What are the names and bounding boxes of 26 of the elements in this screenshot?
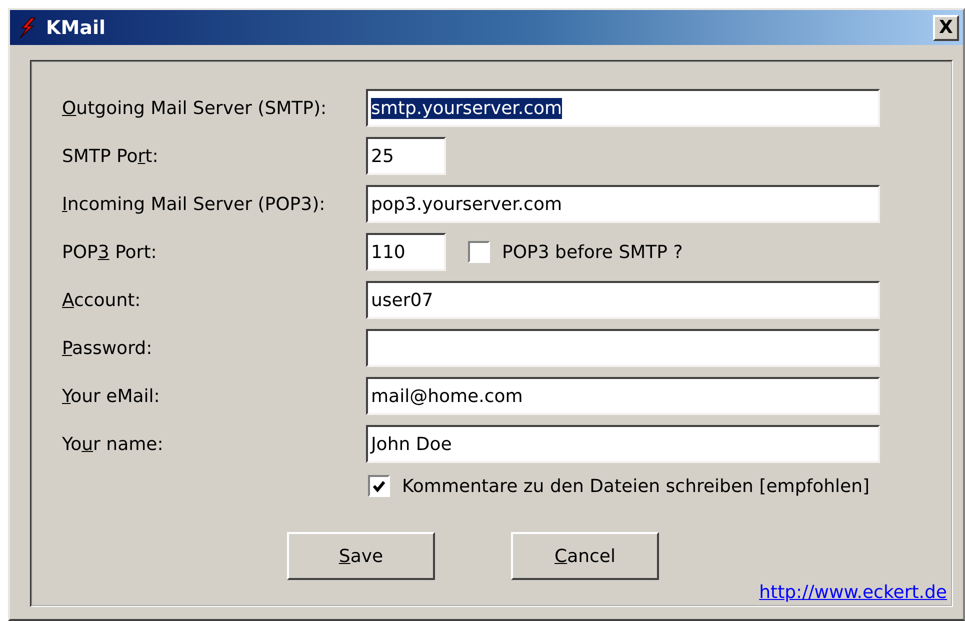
checkbox[interactable] [468,241,490,263]
field-label: SMTP Port: [62,146,160,166]
field-label: Incoming Mail Server (POP3): [62,194,326,214]
field-label: Password: [62,338,154,358]
close-button[interactable]: X [933,14,959,40]
input-field[interactable]: John Doe [366,425,880,463]
cancel-button[interactable]: Cancel [511,532,659,580]
field-label: Outgoing Mail Server (SMTP): [62,98,328,118]
checkbox-label: POP3 before SMTP ? [502,242,683,262]
save-button[interactable]: Save [287,532,435,580]
field-label: POP3 Port: [62,242,158,262]
window-title: KMail [46,16,106,38]
input-field[interactable]: user07 [366,281,880,319]
field-label: Your name: [62,434,164,454]
checkbox[interactable] [368,475,390,497]
check-icon [372,479,386,493]
website-link[interactable]: http://www.eckert.de [759,582,947,603]
input-field[interactable]: 25 [366,137,446,175]
input-field[interactable]: mail@home.com [366,377,880,415]
field-label: Your eMail: [62,386,161,406]
field-label: Account: [62,290,142,310]
input-field[interactable]: smtp.yourserver.com [366,89,880,127]
checkbox-label: Kommentare zu den Dateien schreiben [empfohlen] [402,476,870,496]
input-field[interactable]: pop3.yourserver.com [366,185,880,223]
input-field[interactable]: 110 [366,233,446,271]
input-field[interactable] [366,329,880,367]
